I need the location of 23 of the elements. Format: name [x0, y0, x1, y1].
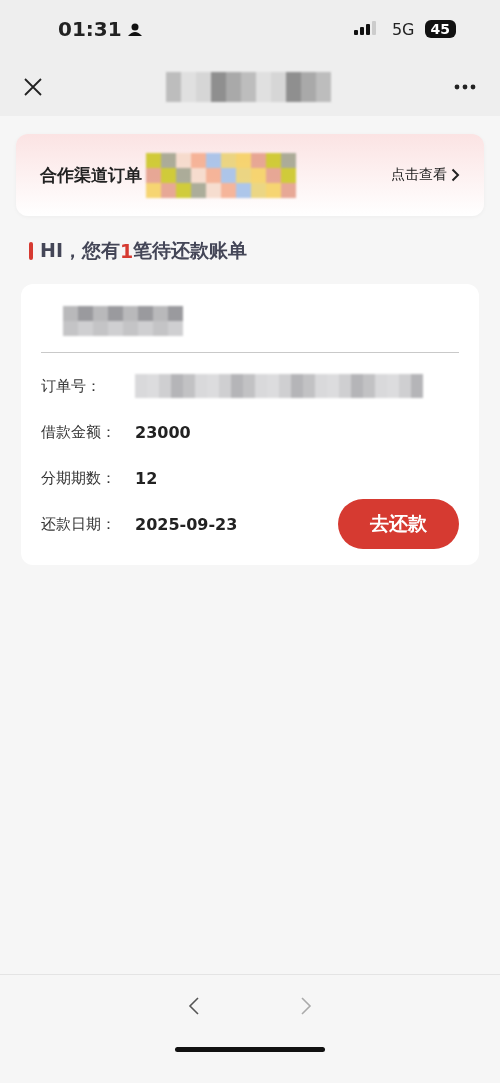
field-value: 23000: [135, 422, 191, 442]
person-icon: [127, 22, 142, 36]
field-label: 借款金额：: [41, 422, 117, 442]
field-value: 12: [135, 468, 158, 488]
channel-banner[interactable]: 合作渠道订单 点击查看: [16, 134, 484, 216]
more-icon[interactable]: [454, 84, 476, 90]
banner-title: 合作渠道订单: [40, 163, 142, 187]
field-label: 还款日期：: [41, 514, 117, 534]
chevron-icon: [451, 168, 460, 182]
field-label: 订单号：: [41, 376, 102, 396]
accent-bar: [29, 242, 33, 260]
back-icon[interactable]: [188, 996, 200, 1016]
field-value: 2025-09-23: [135, 514, 238, 534]
greeting-suffix: 笔待还款账单: [133, 238, 248, 263]
close-icon[interactable]: [24, 78, 42, 96]
battery-level: 45: [424, 20, 456, 38]
field-label: 分期期数：: [41, 468, 117, 488]
status-time: 01:31: [58, 17, 122, 41]
greeting-text: HI，您有: [40, 238, 120, 263]
repay-button[interactable]: 去还款: [338, 499, 459, 549]
bill-count: 1: [120, 240, 134, 262]
view-link[interactable]: 点击查看: [391, 166, 447, 184]
network-label: 5G: [391, 19, 415, 39]
